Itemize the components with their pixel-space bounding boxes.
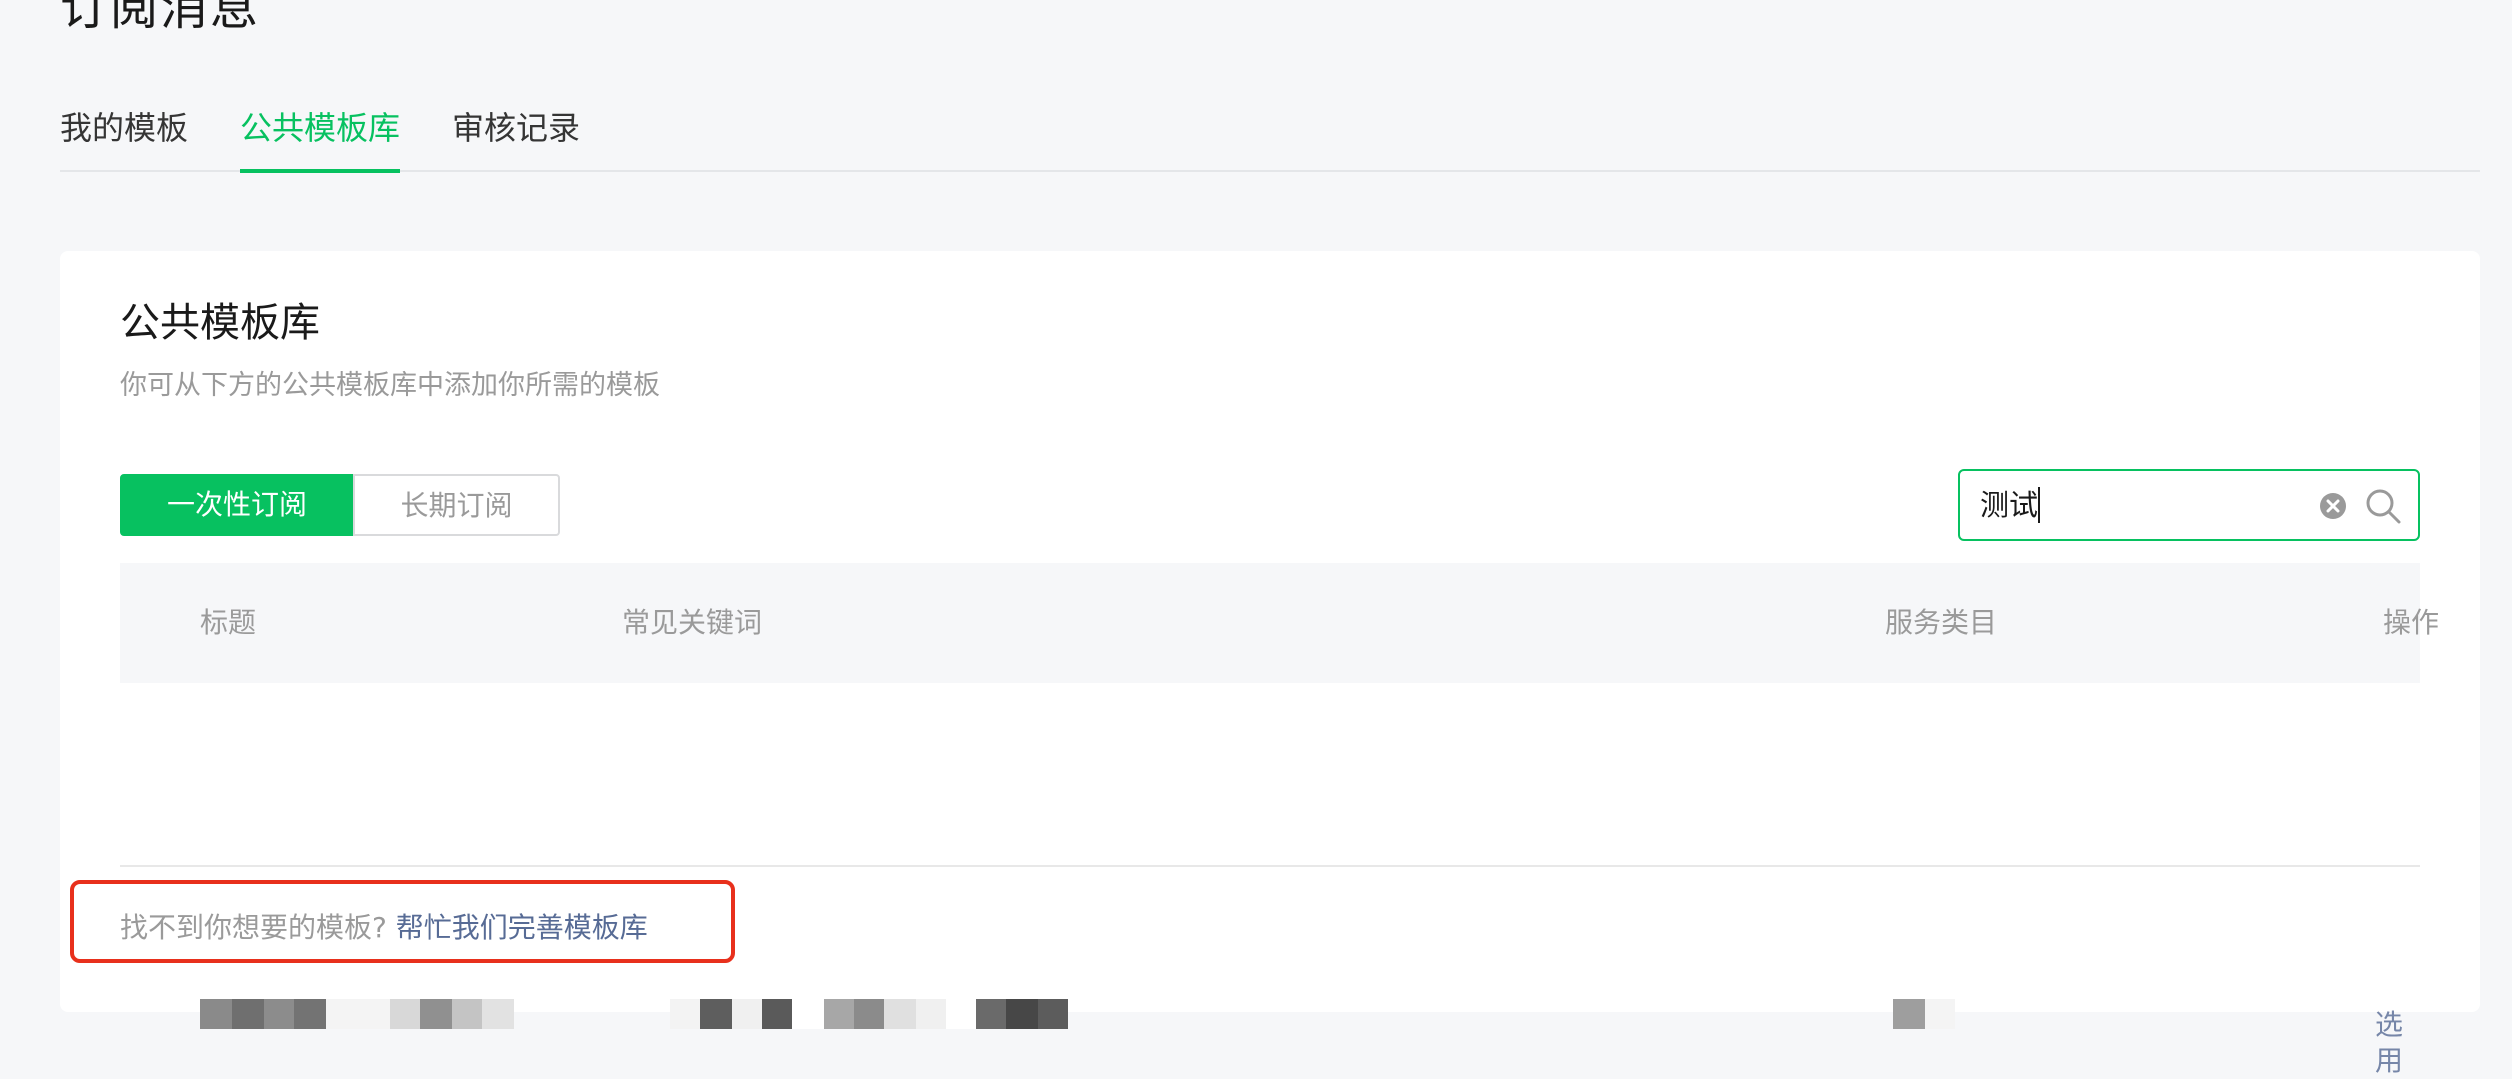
table-row: 选用 — [120, 683, 2420, 1077]
highlight-annotation-box — [70, 880, 735, 963]
search-input[interactable]: 测试 — [1958, 469, 2420, 541]
pixelated-keywords — [670, 999, 1068, 1029]
search-icon[interactable] — [2364, 487, 2402, 525]
pixelated-category — [1893, 999, 1955, 1029]
header-service-category: 服务类目 — [1885, 606, 1998, 639]
clear-icon[interactable] — [2318, 491, 2348, 521]
header-keywords: 常见关键词 — [622, 606, 763, 639]
header-title: 标题 — [200, 606, 257, 639]
text-caret — [2038, 487, 2040, 523]
card-title: 公共模板库 — [120, 300, 320, 346]
long-term-subscription-button[interactable]: 长期订阅 — [353, 474, 560, 536]
tab-public-template-library[interactable]: 公共模板库 — [240, 100, 401, 173]
tab-bar: 我的模板 公共模板库 审核记录 — [60, 100, 2480, 173]
tab-my-templates[interactable]: 我的模板 — [60, 100, 188, 172]
search-input-value: 测试 — [1980, 488, 2039, 522]
pixelated-title — [200, 999, 514, 1029]
header-action: 操作 — [2383, 606, 2440, 639]
table-header: 标题 常见关键词 服务类目 操作 — [120, 563, 2439, 683]
page-title: 订阅消息 — [60, 0, 261, 36]
apply-template-link[interactable]: 选用 — [2375, 1007, 2420, 1079]
one-time-subscription-button[interactable]: 一次性订阅 — [120, 474, 354, 536]
tab-review-records[interactable]: 审核记录 — [452, 100, 580, 172]
card-subtitle: 你可从下方的公共模板库中添加你所需的模板 — [120, 370, 660, 401]
